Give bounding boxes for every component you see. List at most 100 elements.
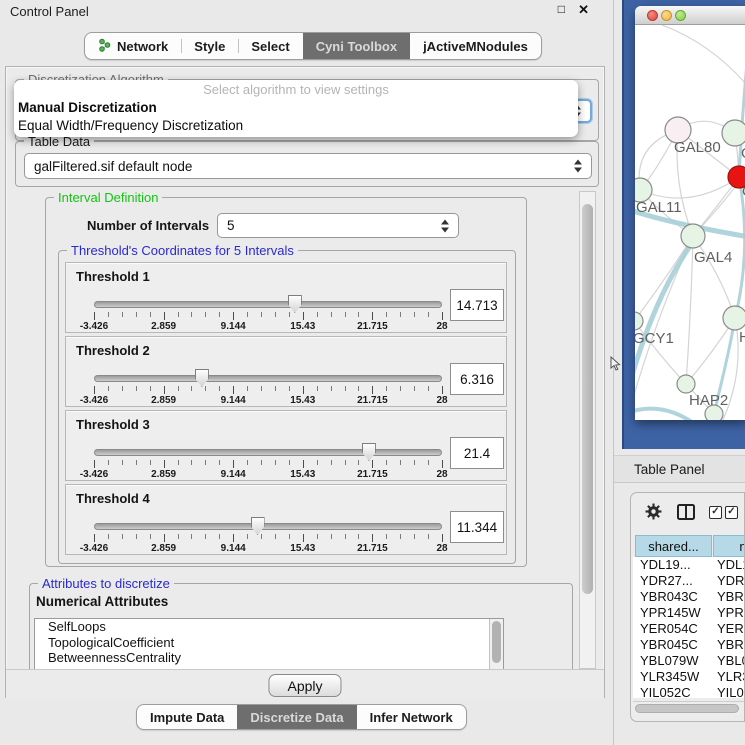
network-node[interactable]	[681, 224, 705, 248]
number-of-intervals-combo[interactable]: 5	[217, 213, 459, 238]
slider-tick	[317, 386, 318, 391]
column-header-name[interactable]: n	[713, 535, 745, 557]
attribute-item-selfloops[interactable]: SelfLoops	[35, 619, 503, 635]
slider-thumb[interactable]	[195, 369, 209, 387]
tab-label: Select	[251, 39, 289, 54]
slider-thumb[interactable]	[288, 295, 302, 313]
slider-tick-label: 15.43	[290, 321, 315, 332]
slider-thumb[interactable]	[362, 443, 376, 461]
table-row[interactable]: YDL19...YDL1	[633, 557, 745, 573]
tab-select[interactable]: Select	[238, 33, 302, 59]
tab-impute-data[interactable]: Impute Data	[137, 705, 237, 729]
network-window[interactable]: GAL80GCGAL11GAL4GCY1HHAP2	[635, 6, 745, 420]
slider-thumb[interactable]	[251, 517, 265, 535]
control-panel-titlebar: Control Panel □ ✕	[0, 0, 613, 24]
network-node[interactable]	[677, 375, 695, 393]
combo-spinner-icon	[574, 160, 582, 173]
table-row[interactable]: YPR145WYPR1	[633, 605, 745, 621]
slider-track[interactable]	[94, 449, 442, 456]
slider-tick-label: -3.426	[80, 321, 108, 332]
horizontal-scrollbar-thumb[interactable]	[635, 704, 739, 713]
network-node[interactable]	[723, 306, 745, 330]
slider-tick	[400, 534, 401, 539]
close-traffic-light-icon[interactable]	[647, 10, 658, 21]
table-row[interactable]: YBR043CYBR0	[633, 589, 745, 605]
slider-tick-label: 28	[436, 543, 447, 554]
slider-tick	[136, 534, 137, 539]
attribute-item-topologicalcoefficient[interactable]: TopologicalCoefficient	[35, 635, 503, 651]
list-scrollbar[interactable]	[489, 619, 503, 669]
horizontal-scrollbar[interactable]	[633, 701, 745, 715]
table-data-combo[interactable]: galFiltered.sif default node	[24, 153, 592, 179]
slider-tick	[122, 534, 123, 539]
slider-tick	[428, 386, 429, 391]
slider-tick	[205, 386, 206, 391]
settings-scrollbar[interactable]	[579, 191, 596, 669]
screen: Control Panel □ ✕ NetworkStyle Select Cyni…	[0, 0, 745, 745]
threshold-value-field[interactable]: 11.344	[450, 511, 504, 543]
table-row[interactable]: YIL052CYIL0	[633, 685, 745, 698]
threshold-label: Threshold 4	[76, 491, 150, 506]
slider-tick	[289, 534, 290, 539]
network-canvas[interactable]: GAL80GCGAL11GAL4GCY1HHAP2	[635, 25, 745, 420]
network-window-titlebar[interactable]	[635, 6, 745, 25]
slider-tick	[150, 460, 151, 465]
close-window-icon[interactable]: ✕	[578, 2, 589, 18]
list-scrollbar-thumb[interactable]	[492, 621, 501, 663]
dropdown-option-manual-discretization[interactable]: Manual Discretization	[14, 99, 578, 117]
gear-icon[interactable]	[645, 503, 662, 525]
slider-tick-label: 2.859	[151, 543, 176, 554]
network-node[interactable]	[722, 120, 745, 146]
table-row[interactable]: YBR045CYBR0	[633, 637, 745, 653]
column-header-shared[interactable]: shared...	[635, 535, 712, 557]
slider-tick	[219, 534, 220, 539]
threshold-value-field[interactable]: 21.4	[450, 437, 504, 469]
slider-tick	[275, 312, 276, 317]
split-columns-icon[interactable]	[677, 504, 695, 525]
minimize-traffic-light-icon[interactable]	[661, 10, 672, 21]
zoom-traffic-light-icon[interactable]	[675, 10, 686, 21]
slider-tick	[386, 460, 387, 465]
threshold-value-field[interactable]: 14.713	[450, 289, 504, 321]
network-window-frame[interactable]: GAL80GCGAL11GAL4GCY1HHAP2	[622, 0, 745, 449]
slider-track[interactable]	[94, 523, 442, 530]
checkbox-checked-icon[interactable]: ✓	[725, 506, 738, 519]
table-row[interactable]: YER054CYER0	[633, 621, 745, 637]
dropdown-option-equal-width-frequency-discretization[interactable]: Equal Width/Frequency Discretization	[14, 117, 578, 135]
threshold-value-field[interactable]: 6.316	[450, 363, 504, 395]
network-node[interactable]	[635, 312, 643, 330]
table-row[interactable]: YLR345WYLR3	[633, 669, 745, 685]
network-node-label: H	[739, 329, 745, 346]
tab-jactivemnodules[interactable]: jActiveMNodules	[410, 33, 541, 59]
slider-tick	[233, 386, 234, 394]
float-window-icon[interactable]: □	[558, 2, 565, 16]
slider-track[interactable]	[94, 301, 442, 308]
cell-shared-name: YIL052C	[640, 685, 691, 698]
checkbox-checked-icon[interactable]: ✓	[709, 506, 722, 519]
tab-cyni-toolbox[interactable]: Cyni Toolbox	[303, 33, 410, 59]
settings-scrollbar-thumb[interactable]	[582, 204, 593, 594]
cell-name: YDL1	[717, 557, 745, 573]
cell-shared-name: YDR27...	[640, 573, 693, 589]
slider-tick	[261, 312, 262, 317]
tab-network[interactable]: Network	[85, 33, 181, 59]
tab-discretize-data[interactable]: Discretize Data	[237, 705, 356, 729]
numerical-attributes-list[interactable]: SelfLoopsTopologicalCoefficientBetweenne…	[34, 618, 504, 669]
table-row[interactable]: YBL079WYBL0	[633, 653, 745, 669]
combo-spinner-icon	[441, 219, 449, 232]
tab-style[interactable]: Style	[181, 33, 238, 59]
slider-tick	[331, 460, 332, 465]
attribute-item-betweennesscentrality[interactable]: BetweennessCentrality	[35, 650, 503, 666]
settings-scroll-area: Interval Definition Number of Intervals …	[13, 191, 579, 669]
slider-tick	[442, 534, 443, 542]
slider-tick	[386, 312, 387, 317]
slider-tick	[191, 386, 192, 391]
threshold-label: Threshold 3	[76, 417, 150, 432]
table-row[interactable]: YDR27...YDR2	[633, 573, 745, 589]
slider-tick	[136, 312, 137, 317]
table-panel-header: Table Panel	[614, 455, 745, 483]
apply-button[interactable]: Apply	[268, 674, 341, 697]
slider-track[interactable]	[94, 375, 442, 382]
tab-infer-network[interactable]: Infer Network	[357, 705, 466, 729]
cell-name: YBL0	[717, 653, 745, 669]
